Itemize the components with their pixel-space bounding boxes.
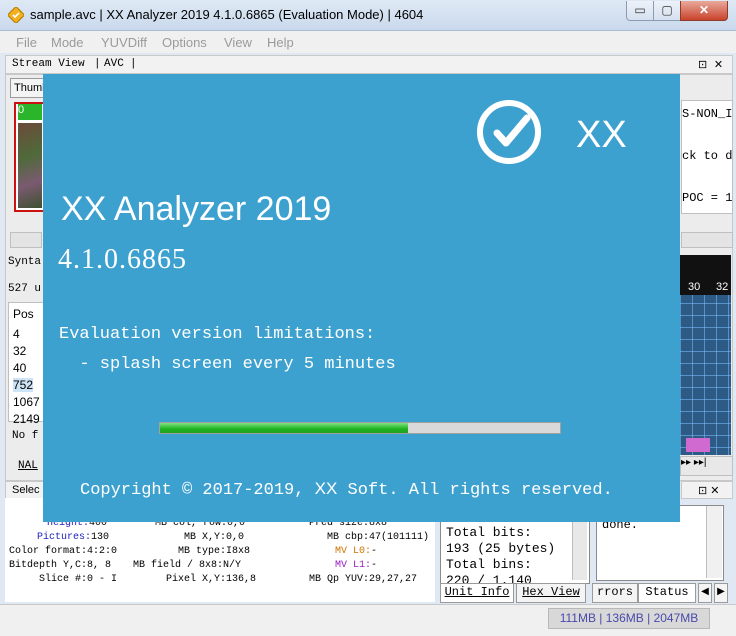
app-icon [8,7,24,23]
list-item[interactable]: 32 [13,344,26,358]
mv-l1-value: - [371,560,378,571]
mb-field-value: N/Y [223,560,242,571]
memory-usage: 111MB | 136MB | 2047MB [548,608,710,629]
mb-cbp-label: MB cbp: [327,532,370,543]
color-format-label: Color format: [9,546,88,557]
mb-qp-value: 29,27,27 [369,574,418,585]
syntax-tab[interactable]: Synta [8,256,41,268]
separator: | [94,58,101,70]
thumbnail-badge: 0 [18,104,42,120]
tab-errors[interactable]: rrors [592,583,638,603]
pixel-xy-label: Pixel X,Y: [166,574,227,585]
vertical-scrollbar[interactable] [572,522,587,580]
pin-close-icon[interactable]: ⊡ ✕ [698,484,720,497]
copyright-prefix: Copyright © 2017-2019, [80,481,305,500]
color-format-value: 4:2:0 [87,546,118,557]
copyright: Copyright © 2017-2019, XX Soft. All righ… [80,479,613,500]
codec-label[interactable]: AVC [104,58,124,70]
splash-screen[interactable]: XX XX Analyzer 2019 4.1.0.6865 Evaluatio… [43,74,680,522]
menu-options[interactable]: Options [162,35,207,50]
menu-mode[interactable]: Mode [51,35,84,50]
unit-line: Total bits: [446,525,532,540]
frame-navigation[interactable]: ▸▸ ▸▸| [680,456,733,476]
slice-value: 0 - I [87,574,118,585]
separator: | [130,58,137,70]
mb-xy-value: 0,0 [226,532,245,543]
pos-header[interactable]: Pos [13,307,34,321]
close-button[interactable]: ✕ [680,1,728,21]
unit-info-panel: Total bits: 193 (25 bytes) Total bins: 2… [440,520,590,584]
mb-type-value: I8x8 [226,546,251,557]
product-version: 4.1.0.6865 [58,244,187,275]
pixel-xy-value: 136,8 [226,574,257,585]
tab-hex-view[interactable]: Hex View [516,583,586,603]
vertical-scrollbar[interactable] [706,506,722,578]
maximize-button[interactable]: ▢ [653,1,681,21]
text-line: ck to dec [682,149,733,163]
mb-type-label: MB type: [178,546,227,557]
slice-label: Slice #: [39,574,88,585]
mb-cbp-value: 47(101111) [369,532,430,543]
progress-fill [160,423,408,433]
menu-view[interactable]: View [224,35,252,50]
mv-l0-value: - [371,546,378,557]
list-item[interactable]: 1067 [13,395,40,409]
pin-close-icon[interactable]: ⊡ ✕ [698,58,723,72]
checkmark-logo-icon [477,100,541,164]
bitdepth-label: Bitdepth Y,C: [9,560,88,571]
menu-yuvdiff[interactable]: YUVDiff [101,35,147,50]
pictures-label: Pictures: [37,532,92,543]
mb-xy-label: MB X,Y: [184,532,227,543]
limitation-item: - splash screen every 5 minutes [59,355,396,374]
brand-name: XX [576,114,627,156]
menu-bar: File Mode YUVDiff Options View Help [0,31,736,53]
ruler: 30 32 [680,255,731,295]
selection-tab[interactable]: Selec [12,484,40,496]
horizontal-scrollbar[interactable] [681,232,733,248]
ruler-label: 32 [716,281,729,293]
copyright-brand: XX [314,479,338,498]
status-panel-header: ⊡ ✕ [681,481,733,499]
mv-l0-label: MV L0: [335,546,372,557]
nal-tab[interactable]: NAL [18,460,38,472]
window-title: sample.avc | XX Analyzer 2019 4.1.0.6865… [30,7,424,22]
product-name: XX Analyzer 2019 [61,190,332,228]
text-line: S-NON_I [682,107,733,121]
mv-l1-label: MV L1: [335,560,372,571]
text-line: POC = 1 [682,191,733,205]
mb-field-label: MB field / 8x8: [133,560,224,571]
limitations-title: Evaluation version limitations: [59,325,376,344]
list-item[interactable]: 2149 [13,412,40,426]
ruler-label: 30 [688,281,701,293]
tab-status[interactable]: Status [638,583,696,603]
list-item[interactable]: 40 [13,361,26,375]
tab-scroll-left-icon[interactable]: ◀ [698,583,712,603]
highlight-block [686,438,710,452]
pictures-value: 130 [91,532,110,543]
bitdepth-value: 8, 8 [87,560,112,571]
no-frame-label: No f [12,430,39,442]
mb-qp-label: MB Qp YUV: [309,574,370,585]
tab-unit-info[interactable]: Unit Info [440,583,514,603]
stream-view-header: Stream View | AVC | ⊡ ✕ [5,55,733,74]
syntax-count: 527 u [8,283,42,295]
thumbnails-button[interactable]: Thumb [10,78,45,98]
horizontal-scrollbar[interactable] [10,232,42,248]
syntax-text-panel: S-NON_I ck to dec POC = 1 [681,100,733,214]
unit-line: Total bins: [446,557,532,572]
stream-view-title: Stream View [12,58,85,70]
unit-line: 193 (25 bytes) [446,541,556,556]
list-item-selected[interactable]: 752 [13,378,34,392]
title-bar[interactable]: sample.avc | XX Analyzer 2019 4.1.0.6865… [0,0,736,31]
copyright-suffix: Soft. All rights reserved. [347,481,613,500]
menu-help[interactable]: Help [267,35,294,50]
list-item[interactable]: 4 [13,327,20,341]
thumbnail-image [18,123,42,208]
menu-file[interactable]: File [16,35,37,50]
progress-bar [159,422,561,434]
tab-scroll-right-icon[interactable]: ▶ [714,583,728,603]
minimize-button[interactable]: ▭ [626,1,654,21]
position-list[interactable]: Pos 4 32 40 752 1067 2149 [8,302,44,426]
